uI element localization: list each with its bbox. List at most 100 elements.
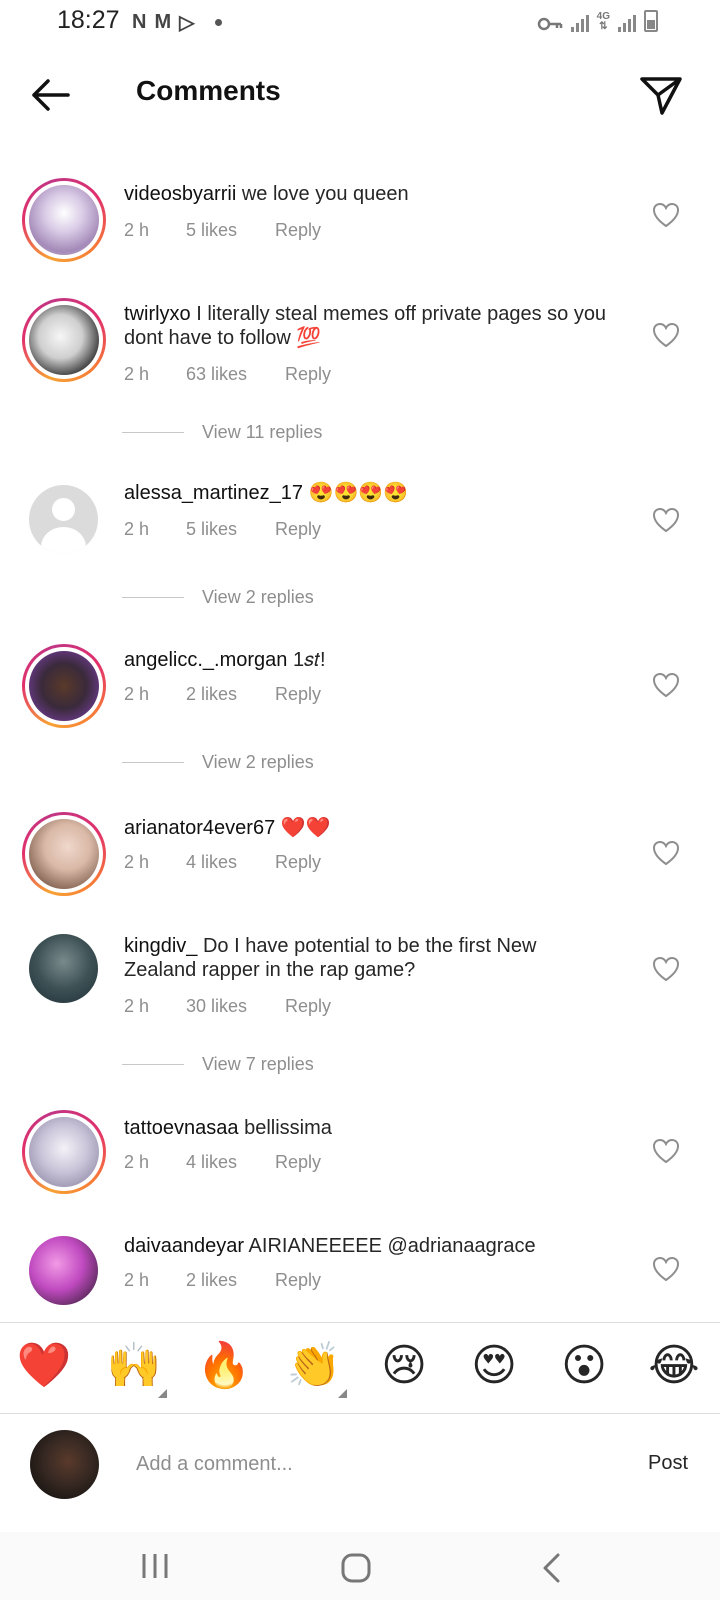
comment-username[interactable]: daivaandeyar [124,1235,244,1257]
comment-meta: 2 h 2 likes Reply [124,1270,321,1291]
reply-button[interactable]: Reply [285,996,331,1017]
send-icon [640,77,682,115]
battery-icon [644,10,658,32]
avatar[interactable] [22,298,106,382]
comment-username[interactable]: kingdiv_ [124,935,197,957]
comment-input[interactable] [136,1446,586,1482]
emoji-fire[interactable]: 🔥 [196,1341,252,1391]
reply-button[interactable]: Reply [275,519,321,540]
heart-icon[interactable] [652,840,680,866]
divider-line [122,1064,184,1065]
comment-likes[interactable]: 5 likes [186,220,237,241]
reply-button[interactable]: Reply [275,220,321,241]
comment-username[interactable]: arianator4ever67 [124,817,275,839]
comment-username[interactable]: videosbyarrii [124,183,236,205]
post-button[interactable]: Post [648,1452,688,1475]
view-replies-button[interactable]: View 2 replies [122,587,314,608]
avatar[interactable] [22,178,106,262]
comment-text: tattoevnasaa bellissima [124,1116,614,1140]
avatar[interactable] [22,644,106,728]
comment-likes[interactable]: 4 likes [186,852,237,873]
page-title: Comments [136,75,281,106]
key-icon [537,17,562,31]
heart-icon[interactable] [652,1138,680,1164]
comment-likes[interactable]: 4 likes [186,1152,237,1173]
back-button[interactable] [24,73,76,117]
comment-text: daivaandeyar AIRIANEEEEE @adrianaagrace [124,1234,614,1258]
status-time: 18:27 [57,6,120,34]
comment-username[interactable]: twirlyxo [124,303,191,325]
comment-meta: 2 h 30 likes Reply [124,996,331,1017]
emoji-heart-eyes[interactable]: 😍 [466,1341,522,1391]
comment-composer: Post [0,1414,720,1532]
reply-button[interactable]: Reply [285,364,331,385]
heart-icon[interactable] [652,1256,680,1282]
comment-username[interactable]: angelicc._.morgan [124,649,287,671]
emoji-heart[interactable]: ❤️ [16,1341,72,1391]
recent-apps-icon[interactable] [140,1552,170,1580]
heart-icon[interactable] [652,202,680,228]
share-button[interactable] [636,71,686,121]
status-bar: 18:27 N M ▷ 4G ⇅ [0,0,720,44]
comment-text: twirlyxo I literally steal memes off pri… [124,302,614,350]
heart-icon[interactable] [652,672,680,698]
avatar[interactable] [29,1236,98,1305]
system-nav-bar [0,1532,720,1600]
view-replies-button[interactable]: View 11 replies [122,422,322,443]
comment-time: 2 h [124,364,150,384]
comment-text: alessa_martinez_17 😍😍😍😍 [124,481,614,505]
comment-body: AIRIANEEEEE @adrianaagrace [248,1235,536,1257]
comment-meta: 2 h 2 likes Reply [124,684,321,705]
avatar[interactable] [22,812,106,896]
reply-button[interactable]: Reply [275,684,321,705]
comment-likes[interactable]: 5 likes [186,519,237,540]
emoji-clapping-hands[interactable]: 👏 [286,1341,342,1391]
comment-time: 2 h [124,852,150,872]
emoji-surprised-face[interactable]: 😮 [556,1341,612,1391]
avatar[interactable] [29,934,98,1003]
notification-icons: N M ▷ [132,10,222,35]
comments-list[interactable]: videosbyarrii we love you queen 2 h 5 li… [0,172,720,1322]
comment-likes[interactable]: 2 likes [186,1270,237,1291]
heart-icon[interactable] [652,322,680,348]
view-replies-button[interactable]: View 7 replies [122,1054,314,1075]
network-type: 4G ⇅ [596,11,610,32]
comment-meta: 2 h 4 likes Reply [124,1152,321,1173]
back-nav-icon[interactable] [540,1552,564,1584]
comment-item: alessa_martinez_17 😍😍😍😍 2 h 5 likes Repl… [0,477,720,607]
divider-line [122,597,184,598]
signal-icon [570,12,589,32]
gmail-icon: M [154,11,172,33]
view-replies-label: View 2 replies [202,752,314,772]
netflix-icon: N [132,11,147,33]
comment-likes[interactable]: 30 likes [186,996,247,1017]
emoji-raising-hands[interactable]: 🙌 [106,1341,162,1391]
reply-button[interactable]: Reply [275,852,321,873]
view-replies-label: View 2 replies [202,587,314,607]
comment-username[interactable]: tattoevnasaa [124,1117,239,1139]
comment-likes[interactable]: 2 likes [186,684,237,705]
more-notifications-icon [214,19,222,26]
reply-button[interactable]: Reply [275,1270,321,1291]
user-avatar [30,1430,99,1499]
comment-time: 2 h [124,1270,150,1290]
view-replies-label: View 11 replies [202,422,323,442]
comment-likes[interactable]: 63 likes [186,364,247,385]
emoji-crying-face[interactable]: 😢 [376,1341,432,1391]
heart-icon[interactable] [652,956,680,982]
divider-line [122,762,184,763]
avatar[interactable] [22,1110,106,1194]
comment-time: 2 h [124,996,150,1016]
skin-tone-indicator [338,1389,347,1398]
play-store-icon: ▷ [179,12,195,34]
heart-icon[interactable] [652,507,680,533]
comment-body: we love you queen [241,183,409,205]
reply-button[interactable]: Reply [275,1152,321,1173]
emoji-tears-of-joy[interactable]: 😂 [646,1341,702,1391]
comment-body: 1𝑠𝑡! [293,649,326,671]
comment-meta: 2 h 4 likes Reply [124,852,321,873]
comment-username[interactable]: alessa_martinez_17 [124,482,303,504]
avatar[interactable] [29,485,98,554]
view-replies-button[interactable]: View 2 replies [122,752,314,773]
home-icon[interactable] [340,1552,372,1584]
